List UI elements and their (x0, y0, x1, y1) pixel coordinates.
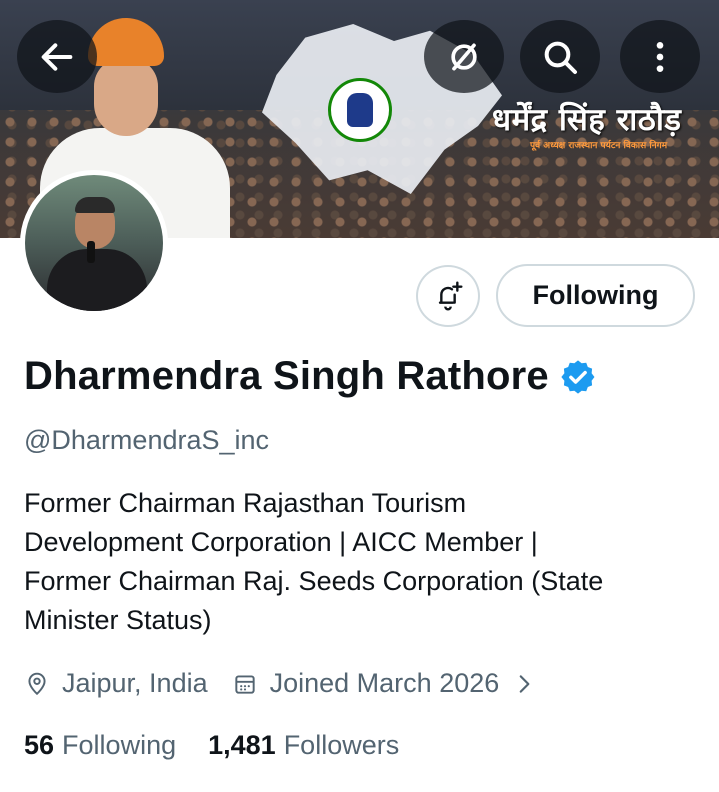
slashed-circle-icon (451, 43, 477, 70)
profile-meta-row: Jaipur, India Joined March 2026 (24, 668, 561, 699)
bio-line: Former Chairman Rajasthan Tourism (24, 488, 467, 518)
profile-name-row: Dharmendra Singh Rathore (24, 354, 597, 399)
bell-plus-icon (438, 281, 463, 311)
verified-badge-icon[interactable] (559, 358, 597, 396)
profile-name: Dharmendra Singh Rathore (24, 354, 549, 398)
more-options-button[interactable] (620, 20, 700, 93)
search-button[interactable] (520, 20, 600, 93)
location-item: Jaipur, India (24, 668, 208, 699)
bio-line: Former Chairman Raj. Seeds Corporation (… (24, 566, 604, 596)
joined-text: Joined March 2026 (269, 668, 500, 698)
joined-item[interactable]: Joined March 2026 (232, 668, 538, 699)
following-stat-link[interactable]: 56 Following (24, 730, 176, 761)
following-label: Following (62, 730, 177, 760)
back-button[interactable] (17, 20, 97, 93)
profile-handle: @DharmendraS_inc (24, 425, 270, 455)
followers-count: 1,481 (208, 730, 276, 760)
arrow-left-icon (41, 42, 73, 71)
profile-bio: Former Chairman Rajasthan Tourism Develo… (24, 484, 704, 640)
search-icon (544, 41, 577, 74)
followers-label: Followers (283, 730, 400, 760)
avatar-image (25, 175, 163, 311)
banner-title-text: धर्मेंद्र सिंह राठौड़ (492, 102, 682, 138)
location-text: Jaipur, India (62, 668, 208, 698)
calendar-icon (234, 674, 255, 694)
location-pin-icon (28, 672, 46, 695)
chevron-right-icon (519, 674, 530, 693)
avatar[interactable] (20, 170, 168, 316)
following-button[interactable]: Following (496, 264, 695, 327)
notifications-button[interactable] (416, 265, 480, 327)
followers-stat-link[interactable]: 1,481 Followers (208, 730, 399, 761)
following-count: 56 (24, 730, 55, 760)
party-logo (328, 78, 392, 142)
banner-subtitle-text: पूर्व अध्यक्ष राजस्थान पर्यटन विकास निगम (530, 141, 668, 151)
more-vertical-icon (656, 41, 664, 72)
profile-stats-row: 56 Following 1,481 Followers (24, 730, 431, 761)
bio-line: Minister Status) (24, 605, 212, 635)
bio-line: Development Corporation | AICC Member | (24, 527, 538, 557)
mute-button[interactable] (424, 20, 504, 93)
